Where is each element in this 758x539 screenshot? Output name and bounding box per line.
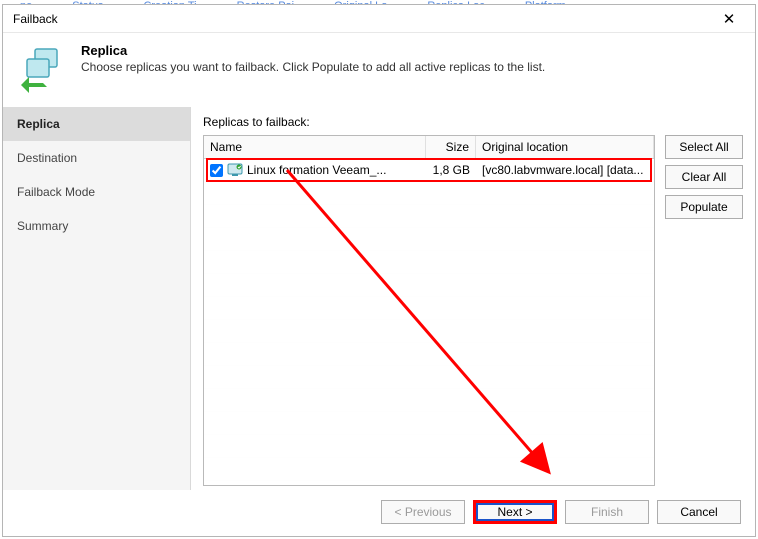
sidebar-item-failback-mode[interactable]: Failback Mode [3,175,190,209]
vm-icon [227,163,243,177]
col-header-name[interactable]: Name [204,136,426,158]
grid-body: Linux formation Veeam_... 1,8 GB [vc80.l… [204,159,654,485]
row-location: [vc80.labvmware.local] [data... [476,163,654,177]
sidebar-item-destination[interactable]: Destination [3,141,190,175]
row-checkbox[interactable] [210,164,223,177]
window-title: Failback [13,12,709,26]
select-all-button[interactable]: Select All [665,135,743,159]
titlebar: Failback ✕ [3,5,755,33]
previous-button: < Previous [381,500,465,524]
sidebar-item-summary[interactable]: Summary [3,209,190,243]
failback-dialog: Failback ✕ Replica Choose replicas you w… [2,4,756,537]
next-button[interactable]: Next > [473,500,557,524]
replicas-grid: Name Size Original location [203,135,655,486]
failback-icon [19,45,67,93]
grid-row[interactable]: Linux formation Veeam_... 1,8 GB [vc80.l… [204,159,654,181]
wizard-header: Replica Choose replicas you want to fail… [3,33,755,107]
close-button[interactable]: ✕ [709,5,749,32]
grid-header: Name Size Original location [204,136,654,159]
close-icon: ✕ [723,10,736,28]
sidebar-item-replica[interactable]: Replica [3,107,190,141]
sidebar-item-label: Replica [17,117,60,131]
populate-button[interactable]: Populate [665,195,743,219]
header-subtitle: Choose replicas you want to failback. Cl… [81,60,545,74]
cancel-button[interactable]: Cancel [657,500,741,524]
wizard-sidebar: Replica Destination Failback Mode Summar… [3,107,191,490]
clear-all-button[interactable]: Clear All [665,165,743,189]
col-header-location[interactable]: Original location [476,136,654,158]
finish-button: Finish [565,500,649,524]
replicas-label: Replicas to failback: [203,115,743,129]
sidebar-item-label: Failback Mode [17,185,95,199]
sidebar-item-label: Summary [17,219,68,233]
col-header-size[interactable]: Size [426,136,476,158]
row-name: Linux formation Veeam_... [247,163,386,177]
row-size: 1,8 GB [426,163,476,177]
sidebar-item-label: Destination [17,151,77,165]
wizard-footer: < Previous Next > Finish Cancel [3,490,755,536]
header-title: Replica [81,43,545,58]
